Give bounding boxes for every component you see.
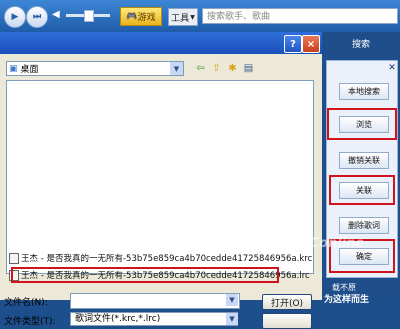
link-button[interactable]: 关联 — [339, 182, 389, 199]
watermark: PConline — [300, 236, 365, 251]
next-button[interactable]: ⏭ — [26, 6, 48, 28]
chevron-down-icon[interactable]: ▼ — [170, 62, 183, 75]
close-button[interactable]: × — [302, 35, 320, 53]
chevron-down-icon: ▼ — [190, 13, 195, 21]
browse-button[interactable]: 浏览 — [339, 116, 389, 133]
list-item[interactable]: 王杰 - 是否我真的一无所有-53b75e859ca4b70cedde41725… — [9, 252, 312, 264]
look-in-value: 桌面 — [20, 65, 39, 75]
file-icon — [9, 252, 19, 264]
file-name-field[interactable] — [70, 293, 240, 309]
open-file-dialog: ? × ▣ 桌面 ▼ ⇦ ⇧ ✱ ▤ 王杰 - 是否我真的一无所有-53b75e… — [0, 32, 322, 329]
local-search-button[interactable]: 本地搜索 — [339, 83, 389, 100]
chevron-down-icon[interactable]: ▼ — [226, 294, 238, 306]
highlight-box — [11, 267, 279, 283]
help-button[interactable]: ? — [284, 35, 302, 53]
dialog-titlebar[interactable]: ? × — [0, 32, 322, 54]
play-button[interactable]: ▶ — [4, 6, 26, 28]
cancel-button[interactable] — [262, 313, 312, 329]
folder-icon: ▣ — [9, 63, 18, 74]
file-type-label: 文件类型(T): — [4, 317, 56, 327]
gamepad-icon: 🎮 — [126, 11, 138, 22]
game-label: 游戏 — [137, 13, 156, 23]
new-folder-icon[interactable]: ✱ — [226, 62, 239, 74]
up-folder-icon[interactable]: ⇧ — [210, 62, 223, 74]
banner-text: 为这样而生 — [324, 295, 370, 305]
lyrics-search-panel: 搜索 ✕ 本地搜索 浏览 撤销关联 关联 删除歌词 确定 载不原 为这样而生 — [322, 32, 400, 305]
volume-slider-handle[interactable] — [84, 10, 94, 22]
delete-lyrics-button[interactable]: 删除歌词 — [339, 217, 389, 234]
close-icon[interactable]: ✕ — [387, 63, 397, 73]
unlink-button[interactable]: 撤销关联 — [339, 152, 389, 169]
file-type-dropdown[interactable]: 歌词文件(*.krc,*.lrc) — [70, 312, 238, 326]
view-menu-icon[interactable]: ▤ — [242, 62, 255, 74]
player-toolbar: ▶ ⏭ ◀ 🎮 游戏 工具 ▼ 搜索歌手、歌曲 — [0, 0, 400, 32]
game-button[interactable]: 🎮 游戏 — [120, 7, 162, 26]
open-button[interactable]: 打开(O) — [262, 294, 312, 310]
tools-label: 工具 — [171, 13, 190, 24]
chevron-down-icon[interactable]: ▼ — [226, 313, 238, 325]
look-in-dropdown[interactable]: ▣ 桌面 ▼ — [6, 61, 184, 76]
volume-icon[interactable]: ◀ — [52, 9, 60, 20]
panel-title: 搜索 — [351, 39, 370, 50]
file-name: 王杰 - 是否我真的一无所有-53b75e859ca4b70cedde41725… — [21, 254, 313, 264]
file-list[interactable]: 王杰 - 是否我真的一无所有-53b75e859ca4b70cedde41725… — [6, 80, 314, 283]
back-icon[interactable]: ⇦ — [194, 62, 207, 74]
tools-menu-button[interactable]: 工具 ▼ — [168, 8, 198, 26]
file-name-label: 文件名(N): — [4, 298, 48, 308]
search-input[interactable]: 搜索歌手、歌曲 — [202, 8, 398, 24]
